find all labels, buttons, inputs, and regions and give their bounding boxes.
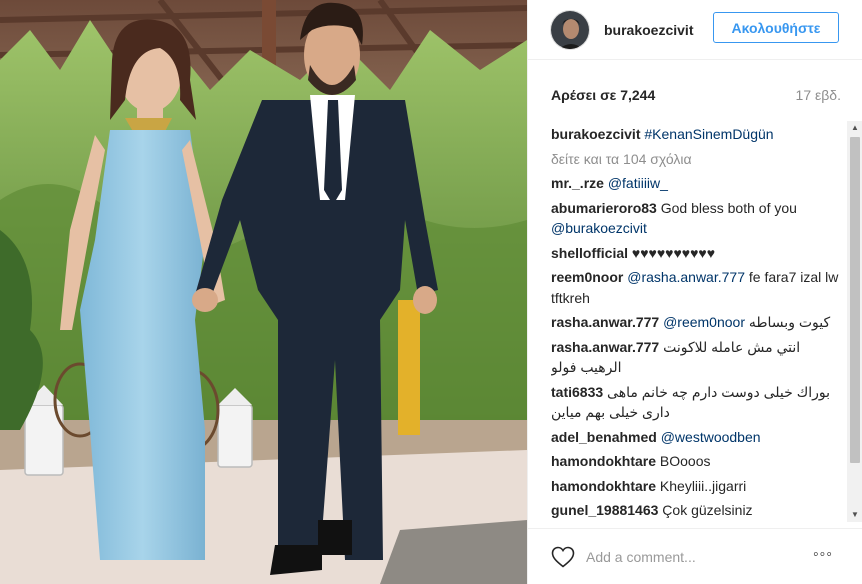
view-all-comments-link[interactable]: δείτε και τα 104 σχόλια (551, 149, 841, 170)
mention-link[interactable]: @burakoezcivit (551, 220, 647, 236)
caption: burakoezcivit #KenanSinemDügün (551, 124, 841, 145)
comment-username[interactable]: abumarieroro83 (551, 200, 657, 216)
add-comment-input[interactable]: Add a comment... (586, 549, 696, 565)
list-item: reem0noor @rasha.anwar.777 fe fara7 izal… (551, 267, 841, 308)
post-photo[interactable] (0, 0, 527, 584)
mention-link[interactable]: @fatiiiiw_ (608, 175, 668, 191)
comment-username[interactable]: mr._.rze (551, 175, 604, 191)
comment-username[interactable]: reem0noor (551, 269, 623, 285)
comments-scrollbar[interactable]: ▲ ▼ (847, 121, 862, 522)
post-header: burakoezcivit Ακολουθήστε (528, 0, 862, 60)
comment-text: BOooos (659, 453, 711, 469)
avatar[interactable] (550, 9, 590, 50)
comment-bar: Add a comment... ◦◦◦ (528, 528, 862, 584)
follow-button[interactable]: Ακολουθήστε (713, 12, 839, 43)
mention-link[interactable]: @reem0noor (663, 314, 745, 330)
likes-count[interactable]: Αρέσει σε 7,244 (551, 87, 655, 103)
avatar-image (551, 10, 589, 49)
username-link[interactable]: burakoezcivit (604, 22, 693, 38)
comment-text: كيوت وبساطه (748, 314, 831, 330)
comment-username[interactable]: rasha.anwar.777 (551, 339, 659, 355)
comment-username[interactable]: tati6833 (551, 384, 603, 400)
wedding-photo-image (0, 0, 527, 584)
comment-username[interactable]: adel_benahmed (551, 429, 657, 445)
comment-username[interactable]: shellofficial (551, 245, 628, 261)
mention-link[interactable]: @westwoodben (661, 429, 761, 445)
comment-username[interactable]: rasha.anwar.777 (551, 314, 659, 330)
list-item: tati6833 بوراك خیلی دوست دارم چه خانم ما… (551, 382, 841, 423)
comment-text: Kheyliii..jigarri (659, 477, 747, 494)
list-item: adel_benahmed @westwoodben (551, 427, 841, 448)
list-item: gunel_19881463 Çok güzelsiniz (551, 500, 841, 521)
comments-list: burakoezcivit #KenanSinemDügün δείτε και… (551, 124, 841, 523)
list-item: hamondokhtare Kheyliii..jigarri (551, 476, 841, 497)
scroll-up-arrow-icon[interactable]: ▲ (847, 121, 862, 135)
comment-text: God bless both of you (660, 199, 797, 216)
comment-text: ♥♥♥♥♥♥♥♥♥♥ (631, 244, 716, 261)
scroll-down-arrow-icon[interactable]: ▼ (847, 508, 862, 522)
mention-link[interactable]: @rasha.anwar.777 (627, 269, 745, 285)
scrollbar-thumb[interactable] (850, 137, 860, 463)
comment-username[interactable]: hamondokhtare (551, 478, 656, 494)
comment-username[interactable]: gunel_19881463 (551, 502, 658, 518)
comment-username[interactable]: burakoezcivit (551, 126, 640, 142)
heart-outline-icon[interactable] (551, 546, 575, 568)
post-timestamp[interactable]: 17 εβδ. (796, 87, 841, 103)
likes-row: Αρέσει σε 7,244 17 εβδ. (551, 85, 841, 105)
list-item: hamondokhtare BOooos (551, 451, 841, 472)
list-item: rasha.anwar.777 @reem0noor كيوت وبساطه (551, 312, 841, 333)
comment-text: Çok güzelsiniz (662, 502, 753, 518)
list-item: mr._.rze @fatiiiiw_ (551, 173, 841, 194)
hashtag-link[interactable]: #KenanSinemDügün (644, 126, 773, 142)
list-item: rasha.anwar.777 انتي مش عامله للاكونت ال… (551, 337, 841, 378)
more-options-icon[interactable]: ◦◦◦ (813, 546, 833, 564)
comment-username[interactable]: hamondokhtare (551, 453, 656, 469)
list-item: shellofficial ♥♥♥♥♥♥♥♥♥♥ (551, 243, 841, 264)
list-item: abumarieroro83 God bless both of you @bu… (551, 198, 841, 239)
post-sidebar: burakoezcivit Ακολουθήστε Αρέσει σε 7,24… (527, 0, 862, 584)
